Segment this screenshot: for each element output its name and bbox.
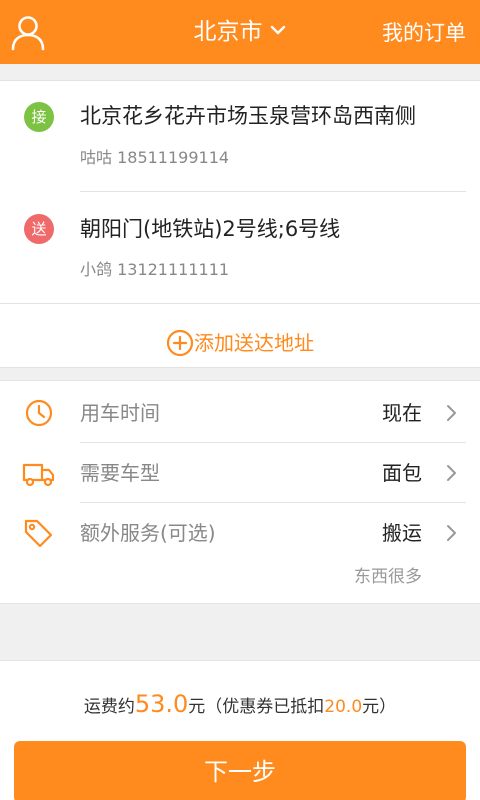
option-time[interactable]: 用车时间 现在	[0, 383, 480, 443]
coupon-prefix: （优惠券已抵扣	[205, 697, 325, 717]
option-service-value: 搬运	[382, 521, 422, 545]
divider	[0, 303, 480, 304]
city-name: 北京市	[193, 19, 263, 45]
tag-icon	[24, 519, 53, 548]
option-service-label: 额外服务(可选)	[80, 521, 216, 545]
options-card: 用车时间 现在 需要车型 面包 额外服务(可选) 搬运 东西很多	[0, 380, 480, 604]
option-service[interactable]: 额外服务(可选) 搬运	[0, 503, 480, 563]
option-time-label: 用车时间	[80, 401, 160, 425]
clock-icon	[25, 399, 53, 427]
plus-circle-icon	[166, 329, 194, 356]
divider	[80, 191, 466, 192]
fee-bar: 运费约53.0元（优惠券已抵扣20.0元） 下一步	[0, 660, 480, 800]
fee-summary: 运费约53.0元（优惠券已抵扣20.0元）	[0, 687, 480, 724]
option-vehicle[interactable]: 需要车型 面包	[0, 443, 480, 503]
pickup-address[interactable]: 北京花乡花卉市场玉泉营环岛西南侧	[80, 101, 416, 131]
chevron-right-icon	[447, 465, 456, 481]
coupon-suffix: 元）	[362, 697, 397, 717]
truck-icon	[22, 463, 55, 487]
option-vehicle-label: 需要车型	[80, 461, 160, 485]
top-bar: 北京市 我的订单	[0, 0, 480, 64]
service-note: 东西很多	[354, 567, 422, 587]
add-address-label: 添加送达地址	[194, 331, 314, 355]
coupon-amount: 20.0	[324, 697, 363, 717]
fee-amount: 53.0	[134, 690, 189, 718]
pickup-badge: 接	[24, 102, 54, 132]
my-orders-link[interactable]: 我的订单	[382, 18, 466, 48]
pickup-contact[interactable]: 咕咕 18511199114	[80, 147, 229, 169]
dropoff-address[interactable]: 朝阳门(地铁站)2号线;6号线	[80, 214, 340, 244]
chevron-right-icon	[447, 405, 456, 421]
fee-unit: 元	[188, 697, 206, 717]
chevron-right-icon	[447, 525, 456, 541]
address-card: 接 北京花乡花卉市场玉泉营环岛西南侧 咕咕 18511199114 送 朝阳门(…	[0, 80, 480, 368]
option-time-value: 现在	[382, 401, 422, 425]
next-step-button[interactable]: 下一步	[14, 741, 466, 800]
add-address-button[interactable]: 添加送达地址	[0, 319, 480, 367]
dropoff-contact[interactable]: 小鸽 13121111111	[80, 259, 229, 281]
option-vehicle-value: 面包	[382, 461, 422, 485]
fee-prefix: 运费约	[83, 697, 135, 717]
chevron-down-icon	[270, 25, 285, 34]
dropoff-badge: 送	[24, 214, 54, 244]
